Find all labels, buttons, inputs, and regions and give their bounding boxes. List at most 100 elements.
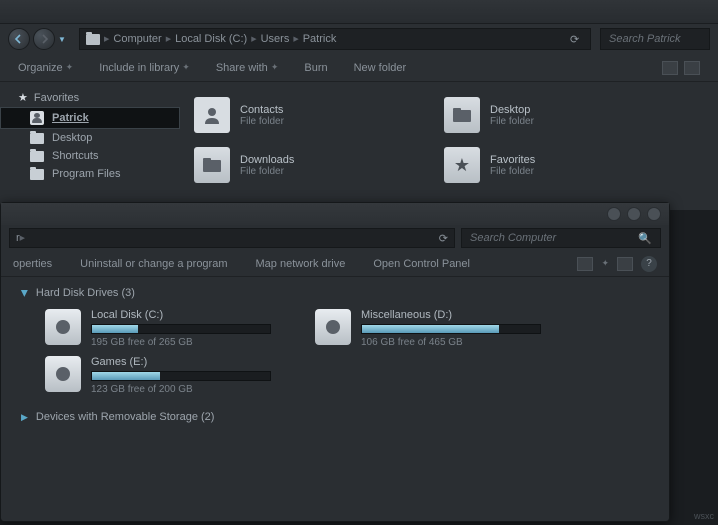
favorites-label: Favorites — [34, 92, 79, 104]
section-hard-drives[interactable]: ▶ Hard Disk Drives (3) — [21, 287, 649, 299]
include-library-menu[interactable]: Include in library✦ — [99, 62, 190, 74]
search-placeholder: Search Computer — [470, 232, 556, 244]
computer-content: ▶ Hard Disk Drives (3) Local Disk (C:) 1… — [1, 277, 669, 443]
window-body: ★ Favorites Patrick Desktop Shortcuts Pr… — [0, 82, 718, 212]
search-placeholder: Search Patrick — [609, 33, 681, 45]
search-input[interactable]: Search Patrick — [600, 28, 710, 50]
history-dropdown[interactable]: ▼ — [58, 35, 70, 44]
explorer-window-patrick: ▼ ▶ Computer ▶ Local Disk (C:) ▶ Users ▶… — [0, 0, 718, 210]
plus-icon: ✦ — [601, 258, 609, 269]
folder-icon — [30, 133, 44, 144]
preview-pane-icon[interactable] — [684, 61, 700, 75]
drive-name: Local Disk (C:) — [91, 309, 285, 321]
chevron-down-icon: ▶ — [19, 290, 30, 297]
drive-capacity-bar — [91, 324, 271, 334]
drive-name: Miscellaneous (D:) — [361, 309, 555, 321]
drive-capacity-bar — [91, 371, 271, 381]
sidebar-item-desktop[interactable]: Desktop — [0, 129, 180, 147]
drive-games-e[interactable]: Games (E:) 123 GB free of 200 GB — [45, 356, 285, 395]
explorer-window-computer: r ▶ ⟳ Search Computer 🔍 operties Uninsta… — [0, 202, 670, 522]
drive-icon — [45, 356, 81, 392]
drive-icon — [315, 309, 351, 345]
folder-item-favorites[interactable]: ★ Favorites File folder — [440, 140, 690, 190]
drive-icon — [45, 309, 81, 345]
folder-item-desktop[interactable]: Desktop File folder — [440, 90, 690, 140]
breadcrumb-computer[interactable]: Computer — [113, 33, 161, 45]
view-options-icon[interactable] — [577, 257, 593, 271]
item-name: Downloads — [240, 154, 294, 166]
item-name: Desktop — [490, 104, 534, 116]
minimize-button[interactable] — [607, 207, 621, 221]
folder-content: Contacts File folder Desktop File folder — [180, 82, 718, 212]
drive-name: Games (E:) — [91, 356, 285, 368]
item-type: File folder — [240, 116, 284, 127]
preview-pane-icon[interactable] — [617, 257, 633, 271]
chevron-right-icon: ▶ — [20, 234, 25, 242]
title-bar[interactable] — [1, 203, 669, 225]
star-folder-icon: ★ — [444, 147, 480, 183]
sidebar-item-label: Desktop — [52, 132, 92, 144]
folder-icon — [86, 34, 100, 45]
item-type: File folder — [490, 166, 535, 177]
help-icon[interactable]: ? — [641, 256, 657, 272]
uninstall-button[interactable]: Uninstall or change a program — [80, 258, 227, 270]
search-input[interactable]: Search Computer 🔍 — [461, 228, 661, 248]
chevron-right-icon: ▶ — [21, 412, 28, 423]
title-bar[interactable] — [0, 0, 718, 24]
contacts-icon — [194, 97, 230, 133]
chevron-right-icon: ▶ — [251, 35, 256, 43]
section-title: Hard Disk Drives (3) — [36, 287, 135, 299]
toolbar: operties Uninstall or change a program M… — [1, 251, 669, 277]
drive-misc-d[interactable]: Miscellaneous (D:) 106 GB free of 465 GB — [315, 309, 555, 348]
share-with-menu[interactable]: Share with✦ — [216, 62, 279, 74]
search-icon: 🔍 — [638, 232, 652, 245]
favorites-header[interactable]: ★ Favorites — [0, 88, 180, 107]
nav-row: r ▶ ⟳ Search Computer 🔍 — [1, 225, 669, 251]
drives-grid: Local Disk (C:) 195 GB free of 265 GB Mi… — [21, 309, 649, 395]
refresh-icon[interactable]: ⟳ — [439, 232, 448, 245]
drive-capacity-bar — [361, 324, 541, 334]
folder-item-downloads[interactable]: Downloads File folder — [190, 140, 440, 190]
view-options-icon[interactable] — [662, 61, 678, 75]
back-button[interactable] — [8, 28, 30, 50]
watermark: wsxc — [694, 511, 714, 521]
drive-free-text: 195 GB free of 265 GB — [91, 337, 285, 348]
item-type: File folder — [490, 116, 534, 127]
control-panel-button[interactable]: Open Control Panel — [373, 258, 470, 270]
sidebar-item-label: Patrick — [52, 112, 89, 124]
person-icon — [30, 111, 44, 125]
star-icon: ★ — [18, 91, 28, 104]
chevron-right-icon: ▶ — [293, 35, 298, 43]
organize-menu[interactable]: Organize✦ — [18, 62, 73, 74]
folder-icon — [30, 169, 44, 180]
map-drive-button[interactable]: Map network drive — [256, 258, 346, 270]
toolbar: Organize✦ Include in library✦ Share with… — [0, 54, 718, 82]
properties-button[interactable]: operties — [13, 258, 52, 270]
new-folder-button[interactable]: New folder — [354, 62, 407, 74]
refresh-icon[interactable]: ⟳ — [570, 33, 584, 46]
burn-button[interactable]: Burn — [304, 62, 327, 74]
close-button[interactable] — [647, 207, 661, 221]
section-title: Devices with Removable Storage (2) — [36, 411, 215, 423]
breadcrumb-users[interactable]: Users — [261, 33, 290, 45]
folder-icon — [194, 147, 230, 183]
drive-local-c[interactable]: Local Disk (C:) 195 GB free of 265 GB — [45, 309, 285, 348]
breadcrumb-patrick[interactable]: Patrick — [303, 33, 337, 45]
item-name: Favorites — [490, 154, 535, 166]
drive-free-text: 123 GB free of 200 GB — [91, 384, 285, 395]
section-removable-devices[interactable]: ▶ Devices with Removable Storage (2) — [21, 411, 649, 423]
sidebar-item-shortcuts[interactable]: Shortcuts — [0, 147, 180, 165]
nav-row: ▼ ▶ Computer ▶ Local Disk (C:) ▶ Users ▶… — [0, 24, 718, 54]
forward-button[interactable] — [33, 28, 55, 50]
drive-free-text: 106 GB free of 465 GB — [361, 337, 555, 348]
chevron-right-icon: ▶ — [166, 35, 171, 43]
folder-item-contacts[interactable]: Contacts File folder — [190, 90, 440, 140]
maximize-button[interactable] — [627, 207, 641, 221]
address-bar[interactable]: r ▶ ⟳ — [9, 228, 455, 248]
breadcrumb-localdisk[interactable]: Local Disk (C:) — [175, 33, 247, 45]
folder-icon — [30, 151, 44, 162]
sidebar-item-patrick[interactable]: Patrick — [0, 107, 180, 129]
sidebar-item-programfiles[interactable]: Program Files — [0, 165, 180, 183]
address-bar[interactable]: ▶ Computer ▶ Local Disk (C:) ▶ Users ▶ P… — [79, 28, 591, 50]
chevron-right-icon: ▶ — [104, 35, 109, 43]
